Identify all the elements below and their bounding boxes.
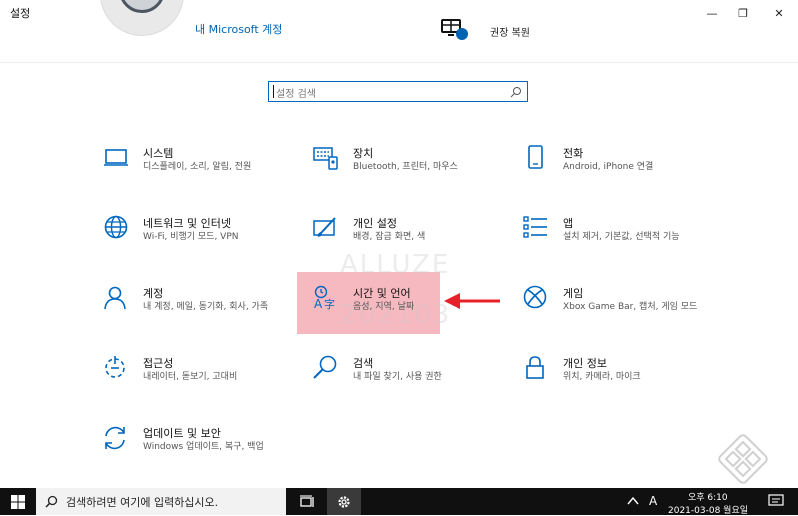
tile-title: 개인 정보 — [563, 357, 607, 370]
maximize-icon: ❐ — [738, 6, 748, 20]
tile-title: 장치 — [353, 147, 374, 160]
tile-search[interactable]: 검색 내 파일 찾기, 사용 권한 — [313, 355, 503, 415]
tile-title: 게임 — [563, 287, 584, 300]
search-icon — [45, 495, 58, 508]
phone-icon — [528, 145, 543, 169]
taskbar-search-placeholder: 검색하려면 여기에 입력하십시오. — [66, 496, 219, 509]
settings-window: 내 Microsoft 계정 권장 복원 설정 — ❐ ✕ 설정 검색 ALLU… — [0, 0, 798, 488]
time-language-icon: A 字 — [314, 285, 335, 311]
gear-icon — [338, 495, 350, 508]
search-magnifier-icon — [313, 355, 337, 379]
tile-description: Windows 업데이트, 복구, 백업 — [143, 442, 264, 452]
update-sync-icon — [105, 426, 125, 450]
svg-text:A: A — [314, 297, 323, 311]
minimize-button[interactable]: — — [695, 0, 729, 26]
tile-description: Android, iPhone 연결 — [563, 162, 654, 172]
tile-devices[interactable]: 장치 Bluetooth, 프린터, 마우스 — [313, 145, 503, 205]
settings-taskbar-button[interactable] — [327, 488, 361, 515]
tile-network[interactable]: 네트워크 및 인터넷 Wi-Fi, 비행기 모드, VPN — [103, 215, 293, 275]
tile-title: 시스템 — [143, 147, 174, 160]
tile-description: 내레이터, 돋보기, 고대비 — [143, 372, 238, 382]
tile-title: 검색 — [353, 357, 374, 370]
globe-icon — [104, 215, 128, 239]
tile-update-security[interactable]: 업데이트 및 보안 Windows 업데이트, 복구, 백업 — [103, 425, 293, 485]
tile-system[interactable]: 시스템 디스플레이, 소리, 알림, 전원 — [103, 145, 293, 205]
tile-description: 설치 제거, 기본값, 선택적 기능 — [563, 232, 680, 242]
tile-description: 내 파일 찾기, 사용 권한 — [353, 372, 442, 382]
title-bar: 설정 — ❐ ✕ — [0, 0, 798, 26]
clock-date[interactable]: 2021-03-08 월요일 — [668, 503, 748, 516]
start-button[interactable] — [0, 488, 36, 515]
person-icon — [104, 286, 126, 310]
window-title: 설정 — [10, 7, 31, 20]
tile-title: 접근성 — [143, 357, 174, 370]
lock-icon — [526, 356, 544, 379]
close-button[interactable]: ✕ — [762, 0, 796, 26]
text-caret — [273, 85, 274, 98]
tile-title: 업데이트 및 보안 — [143, 427, 221, 440]
tile-apps[interactable]: 앱 설치 제거, 기본값, 선택적 기능 — [523, 215, 713, 275]
task-view-icon — [300, 494, 314, 507]
tile-title: 계정 — [143, 287, 164, 300]
recommended-restore-label[interactable]: 권장 복원 — [490, 24, 530, 39]
tile-title: 시간 및 언어 — [353, 287, 411, 300]
task-view-button[interactable] — [290, 488, 324, 515]
tile-description: 배경, 잠금 화면, 색 — [353, 232, 426, 242]
tile-gaming[interactable]: 게임 Xbox Game Bar, 캡처, 게임 모드 — [523, 285, 713, 345]
tile-description: Bluetooth, 프린터, 마우스 — [353, 162, 458, 172]
tile-title: 앱 — [563, 217, 574, 230]
taskbar-search-box[interactable]: 검색하려면 여기에 입력하십시오. — [36, 488, 286, 515]
header-divider — [0, 62, 798, 63]
ime-indicator[interactable]: A — [649, 494, 657, 508]
laptop-icon — [104, 149, 128, 166]
tile-description: 내 계정, 메일, 동기화, 회사, 가족 — [143, 302, 269, 312]
xbox-icon — [523, 285, 547, 309]
watermark-logo-icon — [718, 434, 768, 484]
close-icon: ✕ — [774, 6, 784, 20]
chevron-up-icon[interactable] — [627, 496, 639, 506]
search-placeholder: 설정 검색 — [276, 89, 316, 100]
svg-text:字: 字 — [324, 297, 335, 311]
tile-description: Xbox Game Bar, 캡처, 게임 모드 — [563, 302, 698, 312]
taskbar: 검색하려면 여기에 입력하십시오. A 오후 6:10 2021-03-08 월… — [0, 488, 798, 516]
personalization-brush-icon — [313, 217, 336, 237]
search-icon[interactable] — [510, 86, 522, 98]
notification-icon[interactable] — [768, 494, 784, 508]
settings-search-input[interactable]: 설정 검색 — [268, 81, 528, 102]
ease-of-access-icon — [105, 356, 125, 378]
minimize-icon: — — [706, 6, 718, 20]
tile-description: 위치, 카메라, 마이크 — [563, 372, 641, 382]
pointer-arrow-icon — [444, 293, 500, 309]
tile-description: 디스플레이, 소리, 알림, 전원 — [143, 162, 252, 172]
tile-title: 네트워크 및 인터넷 — [143, 217, 231, 230]
tile-ease-of-access[interactable]: 접근성 내레이터, 돋보기, 고대비 — [103, 355, 293, 415]
tile-title: 전화 — [563, 147, 584, 160]
tile-personalization[interactable]: 개인 설정 배경, 잠금 화면, 색 — [313, 215, 503, 275]
tile-accounts[interactable]: 계정 내 계정, 메일, 동기화, 회사, 가족 — [103, 285, 293, 345]
clock-time[interactable]: 오후 6:10 — [688, 490, 728, 503]
tile-description: Wi-Fi, 비행기 모드, VPN — [143, 232, 239, 242]
maximize-button[interactable]: ❐ — [726, 0, 760, 26]
tile-privacy[interactable]: 개인 정보 위치, 카메라, 마이크 — [523, 355, 713, 415]
tile-title: 개인 설정 — [353, 217, 397, 230]
tile-phone[interactable]: 전화 Android, iPhone 연결 — [523, 145, 713, 205]
windows-logo-icon — [11, 494, 25, 509]
keyboard-device-icon — [313, 147, 338, 170]
apps-list-icon — [523, 216, 547, 238]
